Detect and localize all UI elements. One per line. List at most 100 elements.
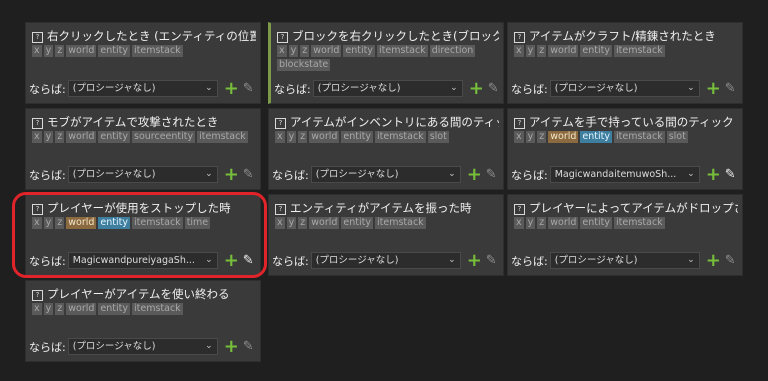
trigger-title: ? プレイヤーによってアイテムがドロップされたとき <box>514 201 738 215</box>
dependency-tag: z <box>55 217 65 229</box>
dependency-tag: slot <box>666 131 688 143</box>
procedure-select-value: (プロシージャなし) <box>554 255 638 266</box>
then-label: ならば: <box>511 168 548 182</box>
dependency-tag: y <box>525 45 536 57</box>
help-icon[interactable]: ? <box>275 118 286 129</box>
help-icon[interactable]: ? <box>32 204 43 215</box>
add-procedure-button[interactable]: + <box>706 165 721 183</box>
help-icon[interactable]: ? <box>514 118 525 129</box>
dependency-tag: x <box>514 131 524 143</box>
chevron-down-icon: ⌄ <box>448 255 456 265</box>
dependency-tags: x y z world entity itemstack time <box>32 217 256 229</box>
then-label: ならば: <box>29 340 66 354</box>
then-label: ならば: <box>29 254 66 268</box>
dependency-tag: z <box>537 45 547 57</box>
dependency-tag: itemstack <box>614 45 665 57</box>
dependency-tag: world <box>311 45 342 57</box>
dependency-tag: entity <box>98 217 130 229</box>
edit-procedure-pencil-icon[interactable]: ✎ <box>243 339 254 355</box>
procedure-select[interactable]: (プロシージャなし) ⌄ <box>67 80 218 97</box>
trigger-card: ? 右クリックしたとき (エンティティの位置) x y z world entity item… <box>25 22 261 104</box>
edit-procedure-pencil-icon[interactable]: ✎ <box>486 253 497 269</box>
dependency-tag: x <box>275 131 285 143</box>
add-procedure-button[interactable]: + <box>224 251 239 269</box>
trigger-title-text: プレイヤーによってアイテムがドロップされたとき <box>529 201 738 215</box>
add-procedure-button[interactable]: + <box>706 251 721 269</box>
add-procedure-button[interactable]: + <box>706 79 721 97</box>
trigger-card: ? プレイヤーがアイテムを使い終わる x y z world entity itemstack… <box>25 280 261 362</box>
dependency-tag: entity <box>580 217 612 229</box>
trigger-title-text: プレイヤーがアイテムを使い終わる <box>47 287 230 301</box>
add-procedure-button[interactable]: + <box>469 79 484 97</box>
procedure-row: ならば: (プロシージャなし) ⌄ + ✎ <box>29 79 256 97</box>
dependency-tags: x y z world entity itemstack direction blocksta… <box>277 45 499 71</box>
dependency-tag: itemstack <box>614 131 665 143</box>
edit-procedure-pencil-icon[interactable]: ✎ <box>243 167 254 183</box>
dependency-tag: entity <box>98 131 130 143</box>
then-label: ならば: <box>29 168 66 182</box>
procedure-select[interactable]: (プロシージャなし) ⌄ <box>549 252 700 269</box>
edit-procedure-pencil-icon[interactable]: ✎ <box>243 253 254 269</box>
procedure-row: ならば: (プロシージャなし) ⌄ + ✎ <box>511 251 738 269</box>
trigger-card: ? プレイヤーが使用をストップした時 x y z world entity itemstack… <box>25 194 261 276</box>
dependency-tags: x y z world entity itemstack slot <box>275 131 499 143</box>
dependency-tag: x <box>32 45 42 57</box>
dependency-tag: entity <box>98 303 130 315</box>
dependency-tag: itemstack <box>132 45 183 57</box>
trigger-title: ? 右クリックしたとき (エンティティの位置) <box>32 29 256 43</box>
trigger-card: ? アイテムを手で持っている間のティック x y z world entity itemsta… <box>507 108 743 190</box>
dependency-tag: itemstack <box>614 217 665 229</box>
edit-procedure-pencil-icon[interactable]: ✎ <box>725 81 736 97</box>
procedure-select-value: MagicwandaitemuwoSh... <box>554 169 677 180</box>
help-icon[interactable]: ? <box>514 204 525 215</box>
then-label: ならば: <box>511 82 548 96</box>
trigger-title-text: ブロックを右クリックしたとき(ブロックの座標) <box>292 29 499 43</box>
procedure-row: ならば: MagicwandpureiyagaSh... ⌄ + ✎ <box>29 251 256 269</box>
procedure-select[interactable]: (プロシージャなし) ⌄ <box>310 166 461 183</box>
procedure-select[interactable]: (プロシージャなし) ⌄ <box>67 338 218 355</box>
dependency-tag: entity <box>341 131 373 143</box>
add-procedure-button[interactable]: + <box>224 165 239 183</box>
add-procedure-button[interactable]: + <box>467 165 482 183</box>
help-icon[interactable]: ? <box>32 290 43 301</box>
add-procedure-button[interactable]: + <box>467 251 482 269</box>
chevron-down-icon: ⌄ <box>205 341 213 351</box>
procedure-select-value: (プロシージャなし) <box>554 83 638 94</box>
procedure-row: ならば: MagicwandaitemuwoSh... ⌄ + ✎ <box>511 165 738 183</box>
help-icon[interactable]: ? <box>275 204 286 215</box>
procedure-select-value: (プロシージャなし) <box>317 83 401 94</box>
add-procedure-button[interactable]: + <box>224 79 239 97</box>
add-procedure-button[interactable]: + <box>224 337 239 355</box>
procedure-select[interactable]: MagicwandpureiyagaSh... ⌄ <box>67 252 218 269</box>
dependency-tag: y <box>288 45 299 57</box>
trigger-card: ? アイテムがクラフト/精錬されたとき x y z world entity itemstac… <box>507 22 743 104</box>
procedure-select[interactable]: (プロシージャなし) ⌄ <box>312 80 463 97</box>
help-icon[interactable]: ? <box>32 32 43 43</box>
procedure-row: ならば: (プロシージャなし) ⌄ + ✎ <box>274 79 499 97</box>
chevron-down-icon: ⌄ <box>687 255 695 265</box>
edit-procedure-pencil-icon[interactable]: ✎ <box>725 253 736 269</box>
procedure-select[interactable]: (プロシージャなし) ⌄ <box>549 80 700 97</box>
trigger-title-text: モブがアイテムで攻撃されたとき <box>47 115 219 129</box>
help-icon[interactable]: ? <box>32 118 43 129</box>
dependency-tag: y <box>43 303 54 315</box>
edit-procedure-pencil-icon[interactable]: ✎ <box>486 167 497 183</box>
procedure-select[interactable]: (プロシージャなし) ⌄ <box>67 166 218 183</box>
edit-procedure-pencil-icon[interactable]: ✎ <box>725 167 736 183</box>
dependency-tag: time <box>184 217 211 229</box>
edit-procedure-pencil-icon[interactable]: ✎ <box>488 81 499 97</box>
help-icon[interactable]: ? <box>277 32 288 43</box>
edit-procedure-pencil-icon[interactable]: ✎ <box>243 81 254 97</box>
dependency-tag: z <box>55 45 65 57</box>
dependency-tag: entity <box>98 45 130 57</box>
procedure-row: ならば: (プロシージャなし) ⌄ + ✎ <box>272 251 499 269</box>
chevron-down-icon: ⌄ <box>448 169 456 179</box>
procedure-select[interactable]: (プロシージャなし) ⌄ <box>310 252 461 269</box>
procedure-select[interactable]: MagicwandaitemuwoSh... ⌄ <box>549 166 700 183</box>
trigger-title-text: アイテムがインベントリにある間のティック <box>290 115 499 129</box>
trigger-title: ? エンティティがアイテムを振った時 <box>275 201 499 215</box>
procedure-select-value: (プロシージャなし) <box>72 341 156 352</box>
then-label: ならば: <box>272 168 309 182</box>
help-icon[interactable]: ? <box>514 32 525 43</box>
dependency-tag: z <box>55 303 65 315</box>
